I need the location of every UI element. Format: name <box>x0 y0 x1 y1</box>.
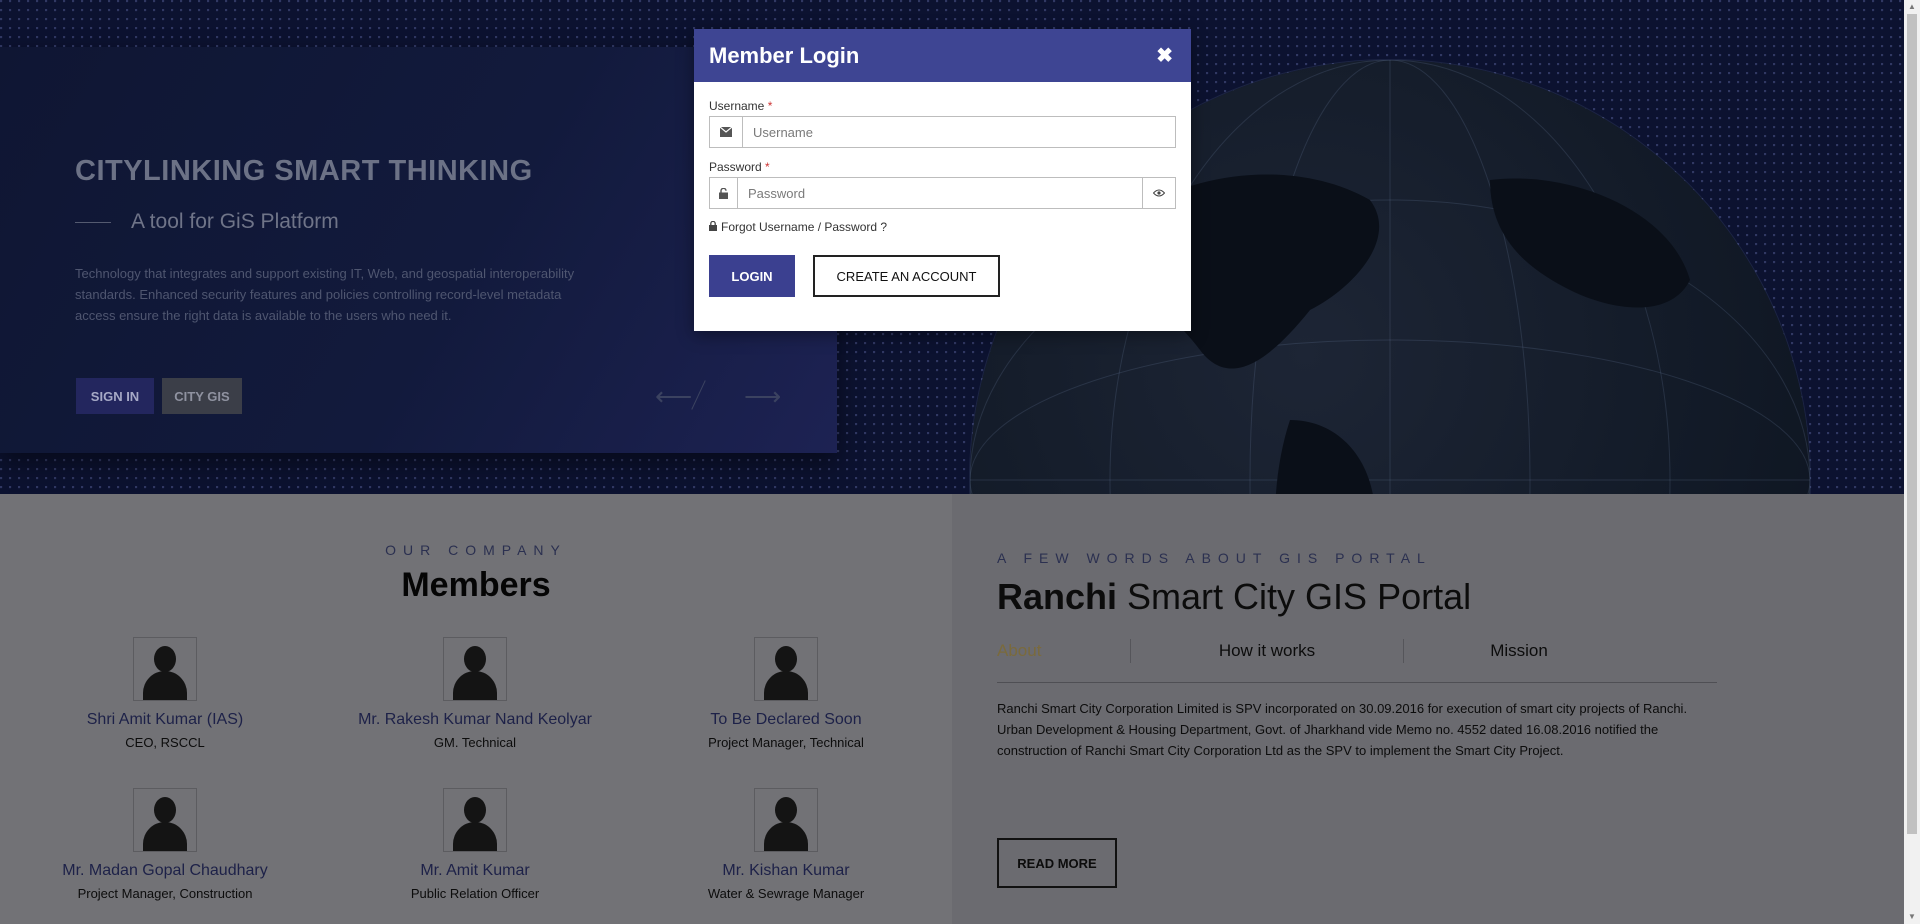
subtitle-dash <box>75 221 111 223</box>
scrollbar-thumb[interactable] <box>1907 14 1917 834</box>
hero-subtitle: A tool for GiS Platform <box>131 210 339 233</box>
avatar-icon <box>133 637 197 701</box>
password-label: Password * <box>709 160 770 174</box>
about-title-bold: Ranchi <box>997 576 1118 617</box>
about-title-rest: Smart City GIS Portal <box>1117 576 1472 617</box>
about-title: Ranchi Smart City GIS Portal <box>997 576 1471 618</box>
about-eyebrow: A FEW WORDS ABOUT GIS PORTAL <box>997 550 1432 566</box>
tab-how-it-works[interactable]: How it works <box>1131 636 1403 666</box>
avatar-icon <box>443 788 507 852</box>
lock-small-icon <box>709 220 717 234</box>
eye-icon[interactable] <box>1142 178 1175 208</box>
lock-icon <box>710 178 738 208</box>
password-input-group <box>709 177 1176 209</box>
required-mark: * <box>765 160 770 174</box>
modal-buttons: LOGIN CREATE AN ACCOUNT <box>709 255 1176 297</box>
sign-in-button[interactable]: SIGN IN <box>76 378 154 414</box>
username-input-group <box>709 116 1176 148</box>
hero-description: Technology that integrates and support e… <box>75 266 575 323</box>
hero-title: CITYLINKING SMART THINKING <box>75 155 533 187</box>
avatar-icon <box>754 788 818 852</box>
forgot-credentials-link[interactable]: Forgot Username / Password ? <box>709 220 1176 234</box>
login-button[interactable]: LOGIN <box>709 255 795 297</box>
member-name: Mr. Madan Gopal Chaudhary <box>62 862 268 879</box>
username-label: Username * <box>709 99 773 113</box>
slide-next-arrow-icon[interactable]: ⟶ <box>744 383 781 409</box>
member-name: Mr. Kishan Kumar <box>722 862 850 879</box>
forgot-text: Forgot Username / Password ? <box>721 220 888 234</box>
about-section: A FEW WORDS ABOUT GIS PORTAL Ranchi Smar… <box>952 494 1904 924</box>
scroll-up-arrow-icon[interactable]: ▲ <box>1904 0 1920 14</box>
scroll-down-arrow-icon[interactable]: ▼ <box>1904 910 1920 924</box>
about-text: Ranchi Smart City Corporation Limited is… <box>997 701 1688 758</box>
members-eyebrow: OUR COMPANY <box>385 542 567 558</box>
member-card: Mr. Rakesh Kumar Nand Keolyar GM. Techni… <box>325 637 625 750</box>
login-form: Username * Password * Forgot Username / … <box>694 99 1191 297</box>
close-icon[interactable]: ✖ <box>1156 43 1173 68</box>
read-more-button[interactable]: READ MORE <box>997 838 1117 888</box>
member-role: Project Manager, Technical <box>708 735 864 750</box>
member-name: To Be Declared Soon <box>710 711 862 728</box>
city-gis-button[interactable]: CITY GIS <box>162 378 242 414</box>
hero-subtitle-row: A tool for GiS Platform <box>75 210 339 234</box>
modal-title: Member Login <box>709 42 860 68</box>
member-role: Public Relation Officer <box>410 886 540 901</box>
slide-prev-arrow-icon[interactable]: ⟵ <box>655 383 692 409</box>
member-role: CEO, RSCCL <box>125 735 205 750</box>
member-role: Project Manager, Construction <box>77 886 253 901</box>
password-input[interactable] <box>738 178 1142 208</box>
member-card: Mr. Kishan Kumar Water & Sewrage Manager <box>636 788 936 901</box>
create-account-button[interactable]: CREATE AN ACCOUNT <box>813 255 1000 297</box>
members-section: OUR COMPANY Members Shri Amit Kumar (IAS… <box>0 494 952 924</box>
slide-arrow-separator <box>691 380 706 410</box>
page-scrollbar[interactable]: ▲ ▼ <box>1904 0 1920 924</box>
member-name: Shri Amit Kumar (IAS) <box>86 711 244 728</box>
tab-about[interactable]: About <box>997 636 1130 666</box>
avatar-icon <box>443 637 507 701</box>
member-card: To Be Declared Soon Project Manager, Tec… <box>636 637 936 750</box>
username-input[interactable] <box>743 117 1175 147</box>
member-card: Shri Amit Kumar (IAS) CEO, RSCCL <box>15 637 315 750</box>
member-role: Water & Sewrage Manager <box>707 886 865 901</box>
member-name: Mr. Rakesh Kumar Nand Keolyar <box>358 711 592 728</box>
member-role: GM. Technical <box>433 735 517 750</box>
envelope-icon <box>710 117 743 147</box>
members-title: Members <box>401 566 551 604</box>
member-card: Mr. Madan Gopal Chaudhary Project Manage… <box>15 788 315 901</box>
tab-mission[interactable]: Mission <box>1404 636 1634 666</box>
required-mark: * <box>767 99 773 113</box>
modal-header: Member Login ✖ <box>694 29 1191 82</box>
avatar-icon <box>754 637 818 701</box>
avatar-icon <box>133 788 197 852</box>
about-tabs: About How it works Mission <box>997 636 1717 683</box>
member-card: Mr. Amit Kumar Public Relation Officer <box>325 788 625 901</box>
member-login-modal: Member Login ✖ Username * Password * For… <box>694 29 1191 331</box>
member-name: Mr. Amit Kumar <box>420 862 530 879</box>
